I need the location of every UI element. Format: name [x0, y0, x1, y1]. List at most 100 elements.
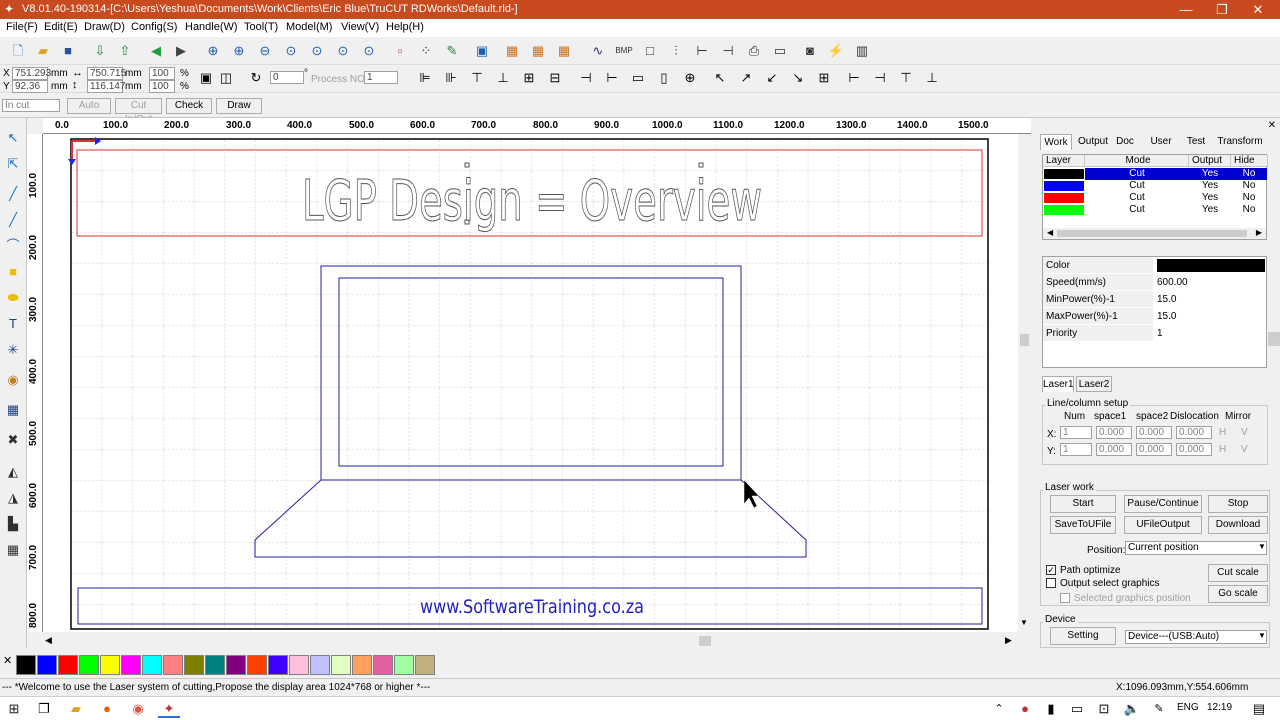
- move-ll-icon[interactable]: ↙: [762, 68, 782, 88]
- close-button[interactable]: ✕: [1240, 0, 1276, 19]
- layer-color-swatch[interactable]: [1044, 205, 1084, 215]
- cut-in-out-button[interactable]: Cut In/Out: [115, 98, 162, 125]
- lc-y-num[interactable]: 1: [1060, 443, 1092, 456]
- layer-row[interactable]: Cut Yes No: [1043, 180, 1268, 192]
- layer-row[interactable]: Cut Yes No: [1043, 204, 1268, 216]
- color-swatch[interactable]: [79, 655, 99, 675]
- tray-volume-icon[interactable]: 🔈: [1121, 700, 1143, 718]
- move-ul-icon[interactable]: ↖: [710, 68, 730, 88]
- text-icon[interactable]: T: [3, 314, 23, 334]
- magic-wand-icon[interactable]: ⚡: [826, 41, 846, 61]
- menu-view[interactable]: View(V): [341, 21, 379, 33]
- position-dropdown-icon[interactable]: ▼: [1258, 542, 1266, 551]
- menu-edit[interactable]: Edit(E): [44, 21, 78, 33]
- import-icon[interactable]: ⇩: [90, 41, 110, 61]
- prop-minpower-value[interactable]: 15.0: [1157, 291, 1176, 308]
- rectangle-icon[interactable]: ■: [3, 262, 23, 282]
- pan-icon[interactable]: ⊙: [359, 41, 379, 61]
- hmirror-icon[interactable]: ◭: [3, 462, 23, 482]
- prop-maxpower-value[interactable]: 15.0: [1157, 308, 1176, 325]
- height-input[interactable]: 116.147: [87, 80, 125, 93]
- layer-color-swatch[interactable]: [1044, 169, 1084, 179]
- color-value-swatch[interactable]: [1157, 259, 1265, 272]
- lc-x-num[interactable]: 1: [1060, 426, 1092, 439]
- layer-row[interactable]: Cut Yes No: [1043, 192, 1268, 204]
- color-swatch[interactable]: [289, 655, 309, 675]
- layer-hide[interactable]: No: [1231, 168, 1267, 180]
- color-swatch[interactable]: [310, 655, 330, 675]
- monitor-icon[interactable]: ▣: [472, 41, 492, 61]
- auto-button[interactable]: Auto: [67, 98, 111, 114]
- lc-y-space2[interactable]: 0.000: [1136, 443, 1172, 456]
- device-dropdown-icon[interactable]: ▼: [1258, 631, 1266, 640]
- grid-icon[interactable]: ▦: [3, 400, 23, 420]
- windows-start-icon[interactable]: ⊞: [3, 700, 25, 718]
- rect-tool-icon[interactable]: □: [640, 41, 660, 61]
- zoom-page-icon[interactable]: ⊙: [281, 41, 301, 61]
- lc-y-space1[interactable]: 0.000: [1096, 443, 1132, 456]
- hspace-icon[interactable]: ▯: [654, 68, 674, 88]
- align-top-icon[interactable]: ⊤: [467, 68, 487, 88]
- lc-x-space1[interactable]: 0.000: [1096, 426, 1132, 439]
- menu-file[interactable]: File(F): [6, 21, 38, 33]
- color-swatch[interactable]: [331, 655, 351, 675]
- laser-icon[interactable]: ▭: [770, 41, 790, 61]
- path-optimize-checkbox[interactable]: ✓: [1046, 565, 1056, 575]
- dist-top-icon[interactable]: ⊤: [896, 68, 916, 88]
- layer-hide[interactable]: No: [1231, 180, 1267, 192]
- polyline-icon[interactable]: ╱: [3, 210, 23, 230]
- delete-icon[interactable]: ✖: [3, 430, 23, 450]
- color-swatch[interactable]: [121, 655, 141, 675]
- lc-x-mirror-h[interactable]: H: [1219, 427, 1226, 438]
- color-swatch[interactable]: [16, 655, 36, 675]
- mode-select[interactable]: In cut: [2, 99, 60, 112]
- zoom-select-icon[interactable]: ⊙: [307, 41, 327, 61]
- ellipse-icon[interactable]: ⬬: [3, 288, 23, 308]
- hdistribute-icon[interactable]: ⊢: [692, 41, 712, 61]
- zoom-out-icon[interactable]: ⊖: [255, 41, 275, 61]
- save-icon[interactable]: ■: [58, 41, 78, 61]
- array-copy-icon[interactable]: ▦: [3, 540, 23, 560]
- lc-x-mirror-v[interactable]: V: [1241, 427, 1248, 438]
- tab-work[interactable]: Work: [1040, 134, 1072, 150]
- curve-tool-icon[interactable]: ⌒: [3, 236, 23, 256]
- stop-button[interactable]: Stop: [1208, 495, 1268, 513]
- color-swatch[interactable]: [415, 655, 435, 675]
- color-swatch[interactable]: [37, 655, 57, 675]
- connect-icon[interactable]: ⫶: [666, 41, 686, 61]
- tab-doc[interactable]: Doc: [1114, 134, 1136, 150]
- pen-icon[interactable]: ✎: [442, 41, 462, 61]
- vertical-scrollbar[interactable]: ▼: [1018, 134, 1031, 632]
- layer-color-swatch[interactable]: [1044, 193, 1084, 203]
- layer-row[interactable]: Cut Yes No: [1043, 168, 1268, 180]
- curve-icon[interactable]: ∿: [588, 41, 608, 61]
- tray-app-icon[interactable]: ●: [1014, 700, 1036, 718]
- lock-ratio-icon[interactable]: ▣: [196, 68, 216, 88]
- draw-button[interactable]: Draw: [216, 98, 262, 114]
- output-select-checkbox[interactable]: [1046, 578, 1056, 588]
- position-select[interactable]: Current position: [1125, 541, 1267, 555]
- menu-tool[interactable]: Tool(T): [244, 21, 278, 33]
- layer-output[interactable]: Yes: [1189, 192, 1231, 204]
- output-icon[interactable]: ▥: [852, 41, 872, 61]
- horizontal-scrollbar[interactable]: ◀ ▶: [43, 634, 1018, 648]
- pointer-icon[interactable]: ↖: [3, 128, 23, 148]
- menu-handle[interactable]: Handle(W): [185, 21, 238, 33]
- menu-config[interactable]: Config(S): [131, 21, 177, 33]
- undo-icon[interactable]: ◀: [146, 41, 166, 61]
- firefox-icon[interactable]: ●: [96, 700, 118, 718]
- align-bottom-icon[interactable]: ⊥: [493, 68, 513, 88]
- node-icon[interactable]: ⇱: [3, 154, 23, 174]
- color-swatch[interactable]: [268, 655, 288, 675]
- color-swatch[interactable]: [163, 655, 183, 675]
- tray-expand-icon[interactable]: ⌃: [988, 700, 1010, 718]
- restore-button[interactable]: ❐: [1204, 0, 1240, 19]
- zoom-data-icon[interactable]: ⊙: [333, 41, 353, 61]
- select-icon[interactable]: ▫: [390, 41, 410, 61]
- panel-close-icon[interactable]: ✕: [1268, 120, 1276, 131]
- color-swatch[interactable]: [142, 655, 162, 675]
- camera-icon[interactable]: ◙: [800, 41, 820, 61]
- new-file-icon[interactable]: 🗋: [8, 41, 28, 61]
- layer-mode[interactable]: Cut: [1085, 180, 1189, 192]
- point-icon[interactable]: ✳: [3, 340, 23, 360]
